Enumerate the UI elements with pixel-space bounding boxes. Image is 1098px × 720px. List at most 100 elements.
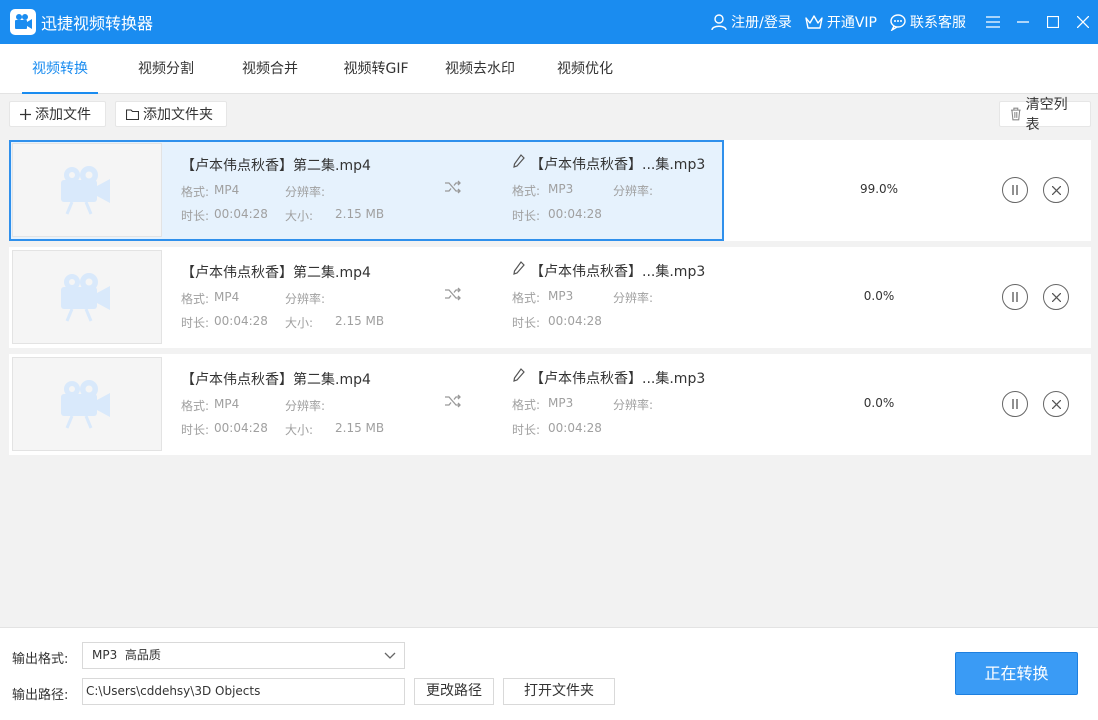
video-thumbnail bbox=[12, 143, 162, 237]
shuffle-icon bbox=[445, 394, 461, 408]
tab-video-split[interactable]: 视频分割 bbox=[128, 44, 204, 94]
output-duration-value: 00:04:28 bbox=[548, 207, 602, 221]
trash-icon bbox=[1010, 107, 1021, 121]
maximize-icon bbox=[1047, 16, 1059, 28]
output-format-label: 输出格式: bbox=[12, 652, 69, 667]
vip-link[interactable]: 开通VIP bbox=[804, 12, 877, 32]
video-thumbnail bbox=[12, 357, 162, 451]
close-icon bbox=[1077, 16, 1089, 28]
remove-button[interactable] bbox=[1043, 177, 1069, 203]
output-format-label: 格式: bbox=[512, 291, 541, 305]
pause-button[interactable] bbox=[1002, 284, 1028, 310]
clear-list-button[interactable]: 清空列表 bbox=[999, 97, 1091, 133]
source-size-value: 2.15 MB bbox=[335, 207, 385, 221]
video-camera-icon bbox=[61, 273, 110, 322]
video-camera-icon bbox=[61, 166, 110, 215]
remove-button[interactable] bbox=[1043, 284, 1069, 310]
progress-percent: 0.0% bbox=[863, 396, 895, 410]
source-format-value: MP4 bbox=[214, 290, 240, 304]
source-duration-label: 时长: bbox=[181, 316, 210, 330]
app-logo-icon bbox=[10, 9, 36, 35]
crown-icon bbox=[805, 15, 823, 29]
remove-button[interactable] bbox=[1043, 391, 1069, 417]
pause-icon bbox=[1012, 292, 1018, 302]
source-size-label: 大小: bbox=[285, 316, 314, 330]
file-row[interactable]: 【卢本伟点秋香】第二集.mp4 格式: MP4 分辨率: 时长: 00:04:2… bbox=[9, 354, 1091, 455]
shuffle-icon bbox=[445, 180, 461, 194]
clear-list-label: 清空列表 bbox=[1025, 97, 1068, 133]
app-title: 迅捷视频转换器 bbox=[41, 14, 154, 33]
output-file-name: 【卢本伟点秋香】...集.mp3 bbox=[530, 264, 706, 280]
pause-button[interactable] bbox=[1002, 391, 1028, 417]
video-thumbnail bbox=[12, 250, 162, 344]
source-format-label: 格式: bbox=[181, 292, 210, 306]
source-size-label: 大小: bbox=[285, 423, 314, 437]
change-path-button[interactable]: 更改路径 bbox=[414, 678, 494, 705]
chat-bubble-icon bbox=[890, 14, 906, 31]
progress-percent: 99.0% bbox=[859, 182, 899, 196]
minimize-button[interactable] bbox=[1008, 0, 1038, 44]
edit-pencil-icon[interactable] bbox=[513, 368, 525, 382]
output-duration-label: 时长: bbox=[512, 423, 541, 437]
tab-video-convert[interactable]: 视频转换 bbox=[22, 44, 98, 94]
output-duration-value: 00:04:28 bbox=[548, 314, 602, 328]
tab-video-merge[interactable]: 视频合并 bbox=[232, 44, 308, 94]
support-link[interactable]: 联系客服 bbox=[889, 12, 966, 32]
close-icon bbox=[1051, 399, 1061, 409]
tab-video-watermark-removal[interactable]: 视频去水印 bbox=[438, 44, 522, 94]
output-format-select[interactable]: MP3 高品质 bbox=[82, 642, 405, 669]
source-duration-value: 00:04:28 bbox=[214, 314, 268, 328]
source-file-name: 【卢本伟点秋香】第二集.mp4 bbox=[181, 158, 371, 174]
output-path-label: 输出路径: bbox=[12, 688, 69, 703]
source-format-value: MP4 bbox=[214, 397, 240, 411]
add-file-label: 添加文件 bbox=[35, 107, 91, 123]
plus-icon bbox=[20, 108, 31, 120]
convert-button[interactable]: 正在转换 bbox=[955, 652, 1078, 695]
login-label: 注册/登录 bbox=[731, 15, 792, 31]
video-camera-icon bbox=[61, 380, 110, 429]
output-file-name: 【卢本伟点秋香】...集.mp3 bbox=[530, 157, 706, 173]
footer: 输出格式: MP3 高品质 输出路径: C:\Users\cddehsy\3D … bbox=[0, 627, 1098, 720]
pause-button[interactable] bbox=[1002, 177, 1028, 203]
login-link[interactable]: 注册/登录 bbox=[710, 12, 792, 32]
file-row[interactable]: 【卢本伟点秋香】第二集.mp4 格式: MP4 分辨率: 时长: 00:04:2… bbox=[9, 140, 1091, 241]
source-size-value: 2.15 MB bbox=[335, 421, 385, 435]
output-duration-label: 时长: bbox=[512, 209, 541, 223]
add-folder-button[interactable]: 添加文件夹 bbox=[115, 101, 227, 127]
source-format-value: MP4 bbox=[214, 183, 240, 197]
menu-button[interactable] bbox=[978, 0, 1008, 44]
shuffle-icon bbox=[445, 287, 461, 301]
source-file-name: 【卢本伟点秋香】第二集.mp4 bbox=[181, 372, 371, 388]
add-folder-label: 添加文件夹 bbox=[143, 107, 213, 123]
output-format-value: MP3 高品质 bbox=[92, 648, 161, 662]
folder-icon bbox=[126, 108, 139, 120]
source-file-name: 【卢本伟点秋香】第二集.mp4 bbox=[181, 265, 371, 281]
tab-video-to-gif[interactable]: 视频转GIF bbox=[336, 44, 416, 94]
edit-pencil-icon[interactable] bbox=[513, 261, 525, 275]
progress-percent: 0.0% bbox=[863, 289, 895, 303]
vip-label: 开通VIP bbox=[826, 15, 877, 31]
title-bar: 迅捷视频转换器 注册/登录 开通VIP 联系客服 bbox=[0, 0, 1098, 44]
source-duration-value: 00:04:28 bbox=[214, 421, 268, 435]
output-format-value: MP3 bbox=[548, 396, 574, 410]
close-icon bbox=[1051, 292, 1061, 302]
tab-video-optimize[interactable]: 视频优化 bbox=[546, 44, 624, 94]
open-folder-button[interactable]: 打开文件夹 bbox=[503, 678, 615, 705]
chevron-down-icon bbox=[384, 652, 396, 659]
output-format-label: 格式: bbox=[512, 184, 541, 198]
output-resolution-label: 分辨率: bbox=[613, 398, 654, 412]
output-duration-value: 00:04:28 bbox=[548, 421, 602, 435]
source-duration-value: 00:04:28 bbox=[214, 207, 268, 221]
support-label: 联系客服 bbox=[910, 15, 966, 31]
output-format-label: 格式: bbox=[512, 398, 541, 412]
edit-pencil-icon[interactable] bbox=[513, 154, 525, 168]
output-resolution-label: 分辨率: bbox=[613, 291, 654, 305]
add-file-button[interactable]: 添加文件 bbox=[9, 101, 106, 127]
output-duration-label: 时长: bbox=[512, 316, 541, 330]
close-window-button[interactable] bbox=[1068, 0, 1098, 44]
source-size-value: 2.15 MB bbox=[335, 314, 385, 328]
minimize-icon bbox=[1017, 21, 1029, 23]
maximize-button[interactable] bbox=[1038, 0, 1068, 44]
output-path-field[interactable]: C:\Users\cddehsy\3D Objects bbox=[82, 678, 405, 705]
file-row[interactable]: 【卢本伟点秋香】第二集.mp4 格式: MP4 分辨率: 时长: 00:04:2… bbox=[9, 247, 1091, 348]
